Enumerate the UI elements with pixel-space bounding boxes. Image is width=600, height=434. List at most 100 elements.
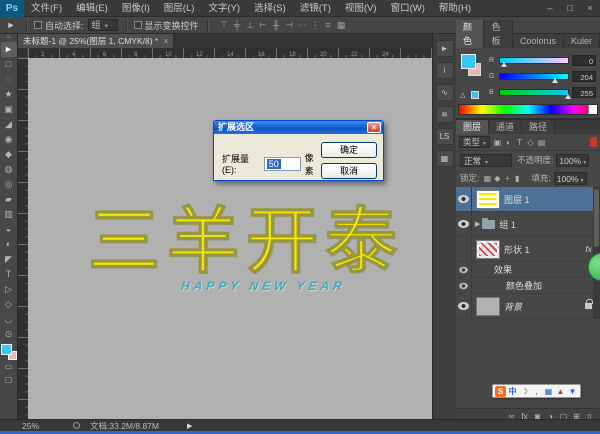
layer1-visibility-toggle[interactable] xyxy=(456,187,472,211)
chinese-mode-icon[interactable]: 中 xyxy=(507,386,518,397)
zoom-level-field[interactable]: 25% xyxy=(22,421,39,431)
color-overlay-label[interactable]: 颜色叠加 xyxy=(506,279,542,292)
tab-layers[interactable]: 图层 xyxy=(456,120,489,134)
dialog-title-bar[interactable]: 扩展选区 × xyxy=(214,121,383,134)
brush-tool[interactable]: ◆ xyxy=(1,147,17,162)
lock-pixels-icon[interactable]: ◆ xyxy=(492,174,502,183)
menu-edit[interactable]: 编辑(E) xyxy=(69,0,115,17)
soft-keyboard-icon[interactable]: ▦ xyxy=(543,386,554,397)
show-transform-checkbox[interactable] xyxy=(134,21,142,29)
auto-select-checkbox[interactable] xyxy=(34,21,42,29)
opacity-value[interactable]: 100% xyxy=(556,154,589,167)
background-name[interactable]: 背景 xyxy=(504,300,522,313)
green-slider[interactable] xyxy=(499,73,569,80)
filter-adjustment-layers-icon[interactable]: ◐ xyxy=(503,138,514,147)
skin-icon[interactable]: ▼ xyxy=(567,386,578,397)
tab-paths[interactable]: 路径 xyxy=(522,120,555,134)
punctuation-toggle-icon[interactable]: , xyxy=(531,386,542,397)
align-top-edges-icon[interactable]: ⊤ xyxy=(218,17,231,33)
lock-transparency-icon[interactable]: ▦ xyxy=(482,174,492,183)
effects-label[interactable]: 效果 xyxy=(494,263,512,276)
shape1-visibility-toggle[interactable] xyxy=(456,237,472,261)
background-visibility-toggle[interactable] xyxy=(456,294,472,318)
blend-mode-dropdown[interactable]: 正常 xyxy=(460,154,512,167)
layer1-name[interactable]: 图层 1 xyxy=(504,193,530,206)
layer-row-background[interactable]: 背景 xyxy=(456,294,600,319)
gamut-swatch[interactable] xyxy=(471,91,479,99)
tab-kuler[interactable]: Kuler xyxy=(564,34,600,48)
align-vertical-centers-icon[interactable]: ╪ xyxy=(231,17,244,33)
green-value[interactable]: 204 xyxy=(572,71,596,82)
filter-pixel-layers-icon[interactable]: ▣ xyxy=(492,138,503,147)
hand-tool[interactable]: ◡ xyxy=(1,312,17,327)
red-slider[interactable] xyxy=(499,57,569,64)
arrange-3d-icon[interactable]: ▦ xyxy=(335,17,348,33)
panel-foreground-swatch[interactable] xyxy=(461,54,476,69)
custom-shape-tool[interactable]: ◇ xyxy=(1,297,17,312)
align-horizontal-centers-icon[interactable]: ╫ xyxy=(270,17,283,33)
swatches-grid-panel-icon[interactable]: ▦ xyxy=(436,150,454,167)
auto-select-dropdown[interactable]: 组 xyxy=(88,19,118,31)
group-expand-triangle[interactable]: ▶ xyxy=(475,220,480,228)
fill-value[interactable]: 100% xyxy=(554,172,587,185)
minimize-button[interactable]: – xyxy=(540,0,560,17)
filter-smart-objects-icon[interactable]: ▤ xyxy=(536,138,547,147)
spot-healing-brush-tool[interactable]: ◉ xyxy=(1,132,17,147)
dodge-tool[interactable]: ◐ xyxy=(1,237,17,252)
screen-mode-icon[interactable]: ▢ xyxy=(1,373,17,386)
color-spectrum-bar[interactable] xyxy=(458,104,598,115)
ls-extension-icon[interactable]: LS xyxy=(436,128,454,145)
tab-channels[interactable]: 通道 xyxy=(489,120,522,134)
lock-all-icon[interactable]: ▮ xyxy=(512,174,522,183)
blue-slider[interactable] xyxy=(499,89,569,96)
layer1-thumbnail[interactable] xyxy=(476,190,500,209)
menu-view[interactable]: 视图(V) xyxy=(338,0,384,17)
shape1-thumbnail[interactable] xyxy=(476,240,500,259)
menu-help[interactable]: 帮助(H) xyxy=(432,0,478,17)
layer-row-color-overlay[interactable]: 颜色叠加 xyxy=(456,278,600,294)
effects-visibility-toggle[interactable] xyxy=(456,262,472,277)
tool-preset-icon[interactable]: ► xyxy=(0,20,22,30)
cancel-button[interactable]: 取消 xyxy=(321,163,377,179)
pen-tool[interactable]: ◤ xyxy=(1,252,17,267)
type-tool[interactable]: T xyxy=(1,267,17,282)
green-slider-knob[interactable] xyxy=(552,78,558,83)
styles-panel-icon[interactable]: ≋ xyxy=(436,106,454,123)
dialog-close-button[interactable]: × xyxy=(367,122,381,133)
menu-layer[interactable]: 图层(L) xyxy=(157,0,202,17)
tab-coolorus[interactable]: Coolorus xyxy=(513,34,564,48)
restore-button[interactable]: □ xyxy=(560,0,580,17)
tab-color[interactable]: 颜色 xyxy=(456,20,484,48)
canvas[interactable]: 三羊开泰 HAPPY NEW YEAR xyxy=(28,58,432,419)
tab-swatches[interactable]: 色板 xyxy=(484,20,512,48)
menu-window[interactable]: 窗口(W) xyxy=(384,0,432,17)
menu-image[interactable]: 图像(I) xyxy=(115,0,157,17)
lock-position-icon[interactable]: + xyxy=(502,174,512,183)
filter-shape-layers-icon[interactable]: ◇ xyxy=(525,138,536,147)
filter-type-layers-icon[interactable]: T xyxy=(514,138,525,147)
toolbox-icon[interactable]: ▲ xyxy=(555,386,566,397)
distribute-horizontal-icon[interactable]: ⋯ xyxy=(296,17,309,33)
sogou-logo-icon[interactable]: S xyxy=(495,386,506,397)
eraser-tool[interactable]: ▰ xyxy=(1,192,17,207)
blur-tool[interactable]: ◒ xyxy=(1,222,17,237)
menu-type[interactable]: 文字(Y) xyxy=(201,0,247,17)
color-overlay-visibility-toggle[interactable] xyxy=(456,278,472,293)
close-button[interactable]: × xyxy=(580,0,600,17)
blue-slider-knob[interactable] xyxy=(565,94,571,99)
quick-mask-icon[interactable]: ▭ xyxy=(1,360,17,373)
background-thumbnail[interactable] xyxy=(476,297,500,316)
clone-stamp-tool[interactable]: ◍ xyxy=(1,162,17,177)
toolbar-collapse-icon[interactable]: » xyxy=(7,34,11,42)
layer-row-group1[interactable]: ▶ 组 1 xyxy=(456,212,600,237)
filter-on-toggle[interactable] xyxy=(590,137,597,147)
move-tool[interactable]: ► xyxy=(1,42,17,57)
fx-badge[interactable]: fx xyxy=(585,244,592,254)
path-selection-tool[interactable]: ▷ xyxy=(1,282,17,297)
align-left-edges-icon[interactable]: ⊢ xyxy=(257,17,270,33)
align-right-edges-icon[interactable]: ⊣ xyxy=(283,17,296,33)
distribute-spacing-icon[interactable]: ≡ xyxy=(322,17,335,33)
gradient-tool[interactable]: ▥ xyxy=(1,207,17,222)
blue-value[interactable]: 255 xyxy=(572,87,596,98)
scrollbar-thumb[interactable] xyxy=(594,189,599,247)
